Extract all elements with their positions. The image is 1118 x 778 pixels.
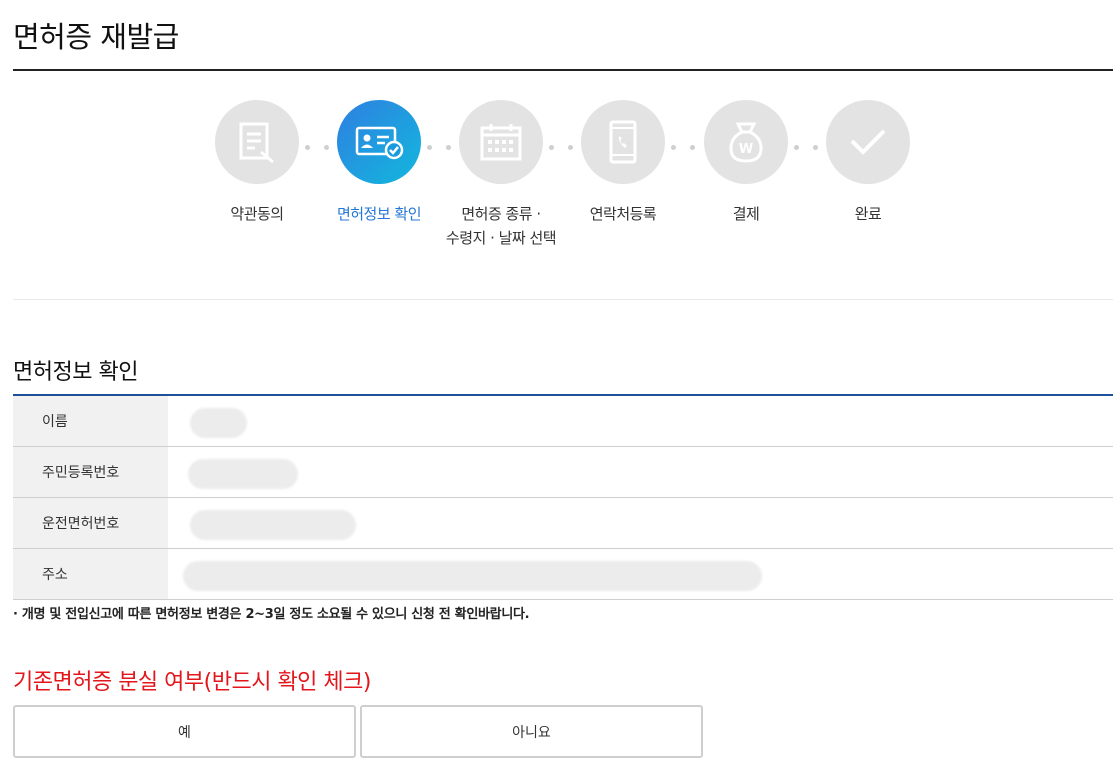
step-circle (581, 100, 665, 184)
svg-text:W: W (739, 142, 753, 157)
table-row: 이름 (13, 396, 1113, 447)
notice-text: · 개명 및 전입신고에 따른 면허정보 변경은 2~3일 정도 소요될 수 있… (13, 607, 530, 622)
step-circle (215, 100, 299, 184)
row-label-address: 주소 (13, 549, 168, 599)
row-label-name: 이름 (13, 396, 168, 446)
step-circle: W (704, 100, 788, 184)
section-divider (13, 299, 1113, 300)
no-button[interactable]: 아니요 (360, 705, 703, 758)
table-row: 운전면허번호 (13, 498, 1113, 549)
loss-check-title: 기존면허증 분실 여부(반드시 확인 체크) (13, 670, 371, 695)
title-divider (13, 69, 1113, 71)
phone-icon (609, 120, 637, 164)
money-bag-icon: W (729, 122, 763, 163)
row-value-name (168, 396, 1113, 446)
row-value-resident-number (168, 447, 1113, 497)
license-info-table: 이름 주민등록번호 운전면허번호 주소 (13, 394, 1113, 600)
redacted-value (190, 510, 356, 540)
step-circle (826, 100, 910, 184)
page-title: 면허증 재발급 (13, 20, 179, 54)
step-circle (459, 100, 543, 184)
progress-stepper: 약관동의 면허정보 확인 면허증 종류 · 수령지 · 날짜 선택 연락처등록 … (0, 100, 1118, 260)
step-complete: 완료 (793, 100, 943, 226)
redacted-value (188, 459, 298, 489)
step-circle (337, 100, 421, 184)
row-value-license-number (168, 498, 1113, 548)
section-title: 면허정보 확인 (13, 360, 138, 385)
row-label-resident-number: 주민등록번호 (13, 447, 168, 497)
redacted-value (183, 561, 762, 591)
row-value-address (168, 549, 1113, 599)
table-row: 주소 (13, 549, 1113, 600)
table-row: 주민등록번호 (13, 447, 1113, 498)
id-card-check-icon (355, 126, 404, 160)
step-label: 완료 (854, 205, 882, 223)
check-icon (850, 129, 886, 155)
calendar-icon (480, 124, 522, 161)
document-icon (239, 122, 274, 164)
redacted-value (190, 408, 247, 438)
yes-button[interactable]: 예 (13, 705, 356, 758)
row-label-license-number: 운전면허번호 (13, 498, 168, 548)
